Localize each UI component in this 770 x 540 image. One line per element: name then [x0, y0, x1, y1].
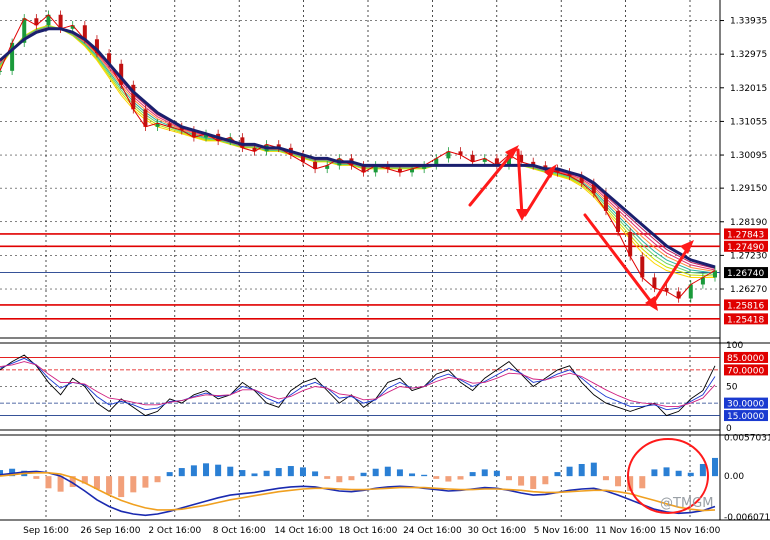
hist-bar	[578, 464, 585, 477]
hist-bar	[263, 470, 270, 477]
hist-bar	[190, 465, 197, 477]
hist-y-tick-label: -0.006071	[724, 513, 770, 523]
hist-bar	[651, 469, 658, 477]
level-label: 1.26740	[727, 269, 764, 279]
hist-bar	[687, 472, 694, 477]
osc-y-tick-label: 0	[726, 424, 732, 434]
hist-bar	[409, 473, 416, 477]
hist-bar	[33, 476, 40, 479]
hist-bar	[505, 476, 512, 481]
hist-bar	[530, 476, 537, 489]
hist-bar	[178, 468, 185, 477]
y-tick-label: 1.30095	[730, 151, 767, 161]
hist-bar	[699, 464, 706, 477]
level-label: 1.27843	[727, 230, 764, 240]
hist-bar	[493, 470, 500, 477]
hist-bar	[372, 468, 379, 477]
hist-bar	[639, 476, 646, 489]
hist-bar	[45, 476, 52, 489]
hist-bar	[396, 469, 403, 477]
hist-bar	[675, 470, 682, 477]
hist-bar	[287, 466, 294, 477]
x-tick-label: 18 Oct 16:00	[339, 526, 398, 536]
hist-bar	[324, 476, 331, 479]
y-tick-label: 1.32015	[730, 84, 767, 94]
hist-bar	[227, 466, 234, 477]
level-label: 1.25418	[727, 315, 764, 325]
hist-bar	[384, 466, 391, 477]
x-tick-label: 30 Oct 16:00	[467, 526, 526, 536]
x-tick-label: 14 Oct 16:00	[274, 526, 333, 536]
hist-bar	[130, 476, 137, 493]
hist-bar	[336, 476, 343, 483]
hist-bar	[518, 476, 525, 486]
hist-bar	[602, 476, 609, 481]
hist-bar	[118, 476, 125, 498]
osc-level-label: 30.0000	[727, 400, 764, 410]
x-tick-label: 11 Nov 16:00	[595, 526, 656, 536]
x-tick-label: 15 Nov 16:00	[660, 526, 721, 536]
hist-bar	[615, 476, 622, 487]
level-label: 1.27490	[727, 243, 764, 253]
hist-bar	[445, 476, 452, 482]
x-axis: Sep 16:00 26 Sep 16:00 2 Oct 16:00 8 Oct 16…	[23, 526, 720, 536]
y-tick-label: 1.28190	[730, 218, 767, 228]
hist-bar	[421, 474, 428, 477]
x-tick-label: 8 Oct 16:00	[213, 526, 266, 536]
hist-bar	[542, 476, 549, 485]
x-tick-label: 24 Oct 16:00	[403, 526, 462, 536]
hist-bar	[481, 469, 488, 477]
hist-bar	[663, 467, 670, 477]
osc-level-label: 85.0000	[727, 354, 764, 364]
hist-bar	[57, 476, 64, 492]
y-tick-label: 1.31055	[730, 117, 767, 127]
hist-bar	[203, 463, 210, 477]
x-tick-label: Sep 16:00	[23, 526, 69, 536]
hist-bar	[239, 470, 246, 477]
hist-bar	[469, 472, 476, 477]
hist-bar	[348, 476, 355, 481]
hist-bar	[590, 462, 597, 477]
y-tick-label: 1.27230	[730, 251, 767, 261]
hist-bar	[566, 466, 573, 477]
hist-bar	[457, 476, 464, 480]
y-tick-label: 1.32975	[730, 50, 767, 60]
hist-bar	[93, 476, 100, 489]
osc-y-tick-label: 50	[726, 383, 738, 393]
y-tick-label: 1.33935	[730, 17, 767, 27]
hist-bar	[215, 464, 222, 477]
hist-bar	[360, 472, 367, 477]
level-label: 1.25816	[727, 301, 764, 311]
hist-bar	[166, 472, 173, 477]
hist-bar	[106, 476, 113, 495]
osc-y-tick-label: 100	[726, 341, 743, 351]
hist-bar	[312, 471, 319, 477]
x-tick-label: 2 Oct 16:00	[148, 526, 201, 536]
forex-chart: 1.33935 1.32975 1.32015 1.31055 1.30095 1.291…	[0, 0, 770, 540]
hist-bar	[154, 476, 161, 483]
y-tick-label: 1.29150	[730, 184, 767, 194]
y-tick-label: 1.26270	[730, 285, 767, 295]
hist-bar	[433, 476, 440, 479]
watermark: @TMGM	[660, 496, 713, 511]
x-tick-label: 5 Nov 16:00	[534, 526, 589, 536]
hist-bar	[275, 468, 282, 477]
hist-bar	[251, 473, 258, 477]
x-tick-label: 26 Sep 16:00	[80, 526, 140, 536]
hist-bar	[142, 476, 149, 488]
hist-bar	[299, 467, 306, 477]
osc-level-label: 15.0000	[727, 412, 764, 422]
hist-bar	[554, 472, 561, 477]
candle-body	[0, 70, 2, 72]
osc-level-label: 70.0000	[727, 366, 764, 376]
hist-y-tick-label: 0.0057031	[724, 434, 770, 444]
hist-y-tick-label: 0.00	[724, 472, 744, 482]
hist-bar	[712, 457, 718, 477]
